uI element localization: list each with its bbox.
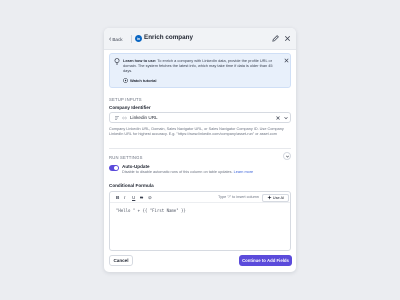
link-button[interactable]: ⊘ bbox=[148, 194, 152, 201]
linkedin-icon: in bbox=[135, 35, 142, 42]
chevron-down-icon[interactable] bbox=[283, 115, 289, 121]
info-text: Learn how to use: To enrich a company wi… bbox=[123, 58, 281, 74]
watch-tutorial-link[interactable]: Watch tutorial bbox=[123, 78, 157, 83]
chevron-left-icon: ‹ bbox=[109, 35, 112, 43]
back-button[interactable]: ‹ Back bbox=[109, 34, 123, 44]
auto-update-desc-text: Disable to disable automatic runs of thi… bbox=[122, 170, 233, 174]
auto-update-description: Disable to disable automatic runs of thi… bbox=[122, 170, 253, 174]
panel-header: ‹ Back in Enrich company bbox=[104, 28, 296, 50]
close-icon[interactable] bbox=[283, 34, 292, 43]
section-divider bbox=[109, 148, 291, 149]
underline-button[interactable]: U bbox=[132, 194, 135, 201]
run-settings-label: RUN SETTINGS bbox=[109, 155, 143, 160]
link-icon bbox=[122, 116, 127, 120]
editor-toolbar: B I U S ⊘ Type "/" to insert column Use … bbox=[110, 192, 290, 203]
type-icon bbox=[115, 116, 119, 120]
use-ai-button[interactable]: Use AI bbox=[262, 193, 289, 202]
edit-icon[interactable] bbox=[271, 34, 280, 43]
toggle-knob bbox=[114, 166, 118, 170]
lightbulb-icon bbox=[114, 58, 120, 65]
panel-title: Enrich company bbox=[144, 34, 193, 41]
company-identifier-select[interactable]: Linkedin URL bbox=[109, 112, 291, 123]
dismiss-icon[interactable] bbox=[283, 57, 290, 64]
use-ai-label: Use AI bbox=[272, 195, 285, 200]
formula-editor[interactable]: B I U S ⊘ Type "/" to insert column Use … bbox=[109, 191, 291, 251]
clear-icon[interactable] bbox=[275, 115, 281, 121]
auto-update-toggle[interactable] bbox=[109, 165, 119, 171]
company-identifier-label: Company Identifier bbox=[109, 105, 151, 110]
play-circle-icon bbox=[123, 78, 128, 83]
sparkle-icon bbox=[267, 195, 272, 200]
info-banner: Learn how to use: To enrich a company wi… bbox=[109, 53, 291, 88]
insert-column-hint: Type "/" to insert column bbox=[218, 195, 259, 199]
learn-more-link[interactable]: Learn more bbox=[234, 170, 253, 174]
collapse-button[interactable] bbox=[283, 152, 291, 160]
chevron-down-icon bbox=[285, 155, 289, 158]
strikethrough-button[interactable]: S bbox=[140, 194, 143, 201]
italic-button[interactable]: I bbox=[124, 194, 125, 201]
back-label: Back bbox=[112, 36, 123, 42]
formula-code: "Hello " + {{ "First Name" }} bbox=[116, 208, 186, 213]
selected-value: Linkedin URL bbox=[130, 115, 158, 120]
conditional-formula-label: Conditional Formula bbox=[109, 183, 154, 188]
tutorial-label: Watch tutorial bbox=[130, 78, 157, 83]
continue-button[interactable]: Continue to Add Fields bbox=[239, 255, 292, 266]
auto-update-label: Auto-Update bbox=[122, 164, 150, 169]
setup-section-label: SETUP INPUTS bbox=[109, 97, 142, 102]
cancel-button[interactable]: Cancel bbox=[109, 255, 133, 266]
enrich-company-panel: ‹ Back in Enrich company Learn how to us… bbox=[104, 28, 296, 272]
header-divider bbox=[131, 35, 132, 43]
bold-button[interactable]: B bbox=[116, 194, 119, 201]
identifier-help-text: Company LinkedIn URL, Domain, Sales Navi… bbox=[109, 127, 284, 136]
